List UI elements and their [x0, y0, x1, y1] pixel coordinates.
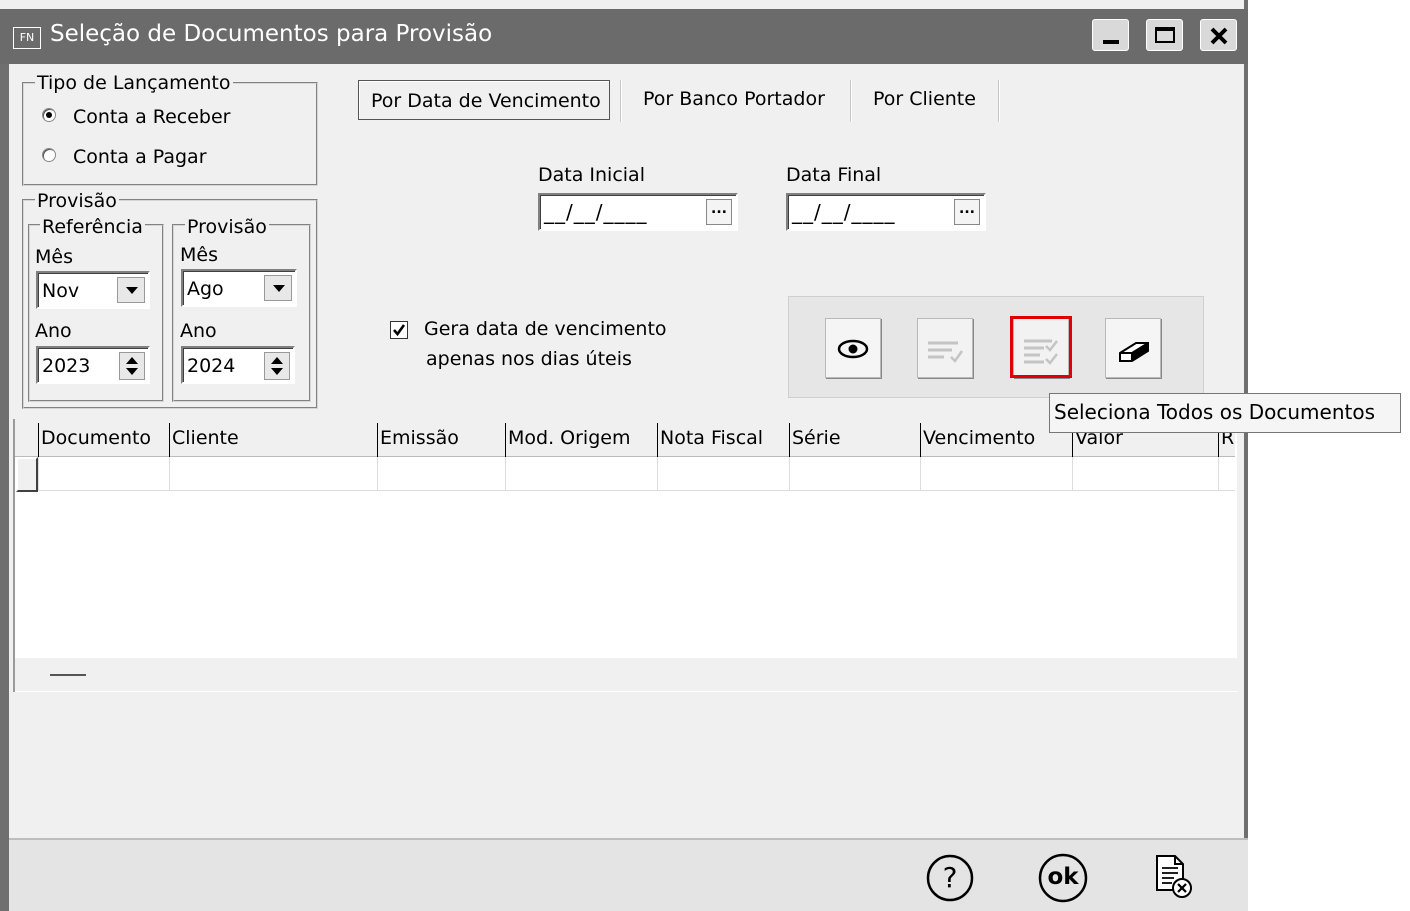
provisao-sub-legend: Provisão	[185, 216, 269, 238]
app-badge: FN	[13, 27, 41, 49]
provisao-mes-label: Mês	[180, 244, 218, 266]
referencia-ano-spinner[interactable]: 2023	[36, 346, 150, 384]
column-header-nota-fiscal[interactable]: Nota Fiscal	[657, 423, 789, 457]
radio-label-conta-receber[interactable]: Conta a Receber	[73, 106, 230, 128]
data-final-value: __/__/____	[792, 200, 896, 224]
column-header-documento[interactable]: Documento	[38, 423, 169, 457]
provisao-ano-spinner[interactable]: 2024	[181, 346, 295, 384]
horizontal-scrollbar[interactable]	[15, 658, 1237, 691]
grid-cell[interactable]	[38, 457, 169, 491]
column-header-emissao[interactable]: Emissão	[377, 423, 505, 457]
grid-cell[interactable]	[789, 457, 920, 491]
eraser-icon	[1119, 342, 1149, 362]
referencia-ano-value: 2023	[42, 355, 91, 377]
tipo-lancamento-legend: Tipo de Lançamento	[35, 72, 233, 94]
data-final-field[interactable]: __/__/____ ...	[786, 193, 986, 231]
ok-button[interactable]: ok	[1036, 852, 1090, 906]
tipo-lancamento-group	[22, 82, 318, 186]
provisao-mes-value: Ago	[187, 278, 224, 300]
row-indicator[interactable]	[16, 457, 38, 492]
grid-cell[interactable]	[920, 457, 1072, 491]
app-window: FN Seleção de Documentos para Provisão T…	[0, 0, 1248, 911]
eye-icon	[837, 339, 869, 359]
dias-uteis-label-line2[interactable]: apenas nos dias úteis	[426, 348, 632, 370]
referencia-mes-value: Nov	[42, 280, 80, 302]
tab-por-data-vencimento[interactable]: Por Data de Vencimento	[358, 80, 610, 120]
grid-cell[interactable]	[505, 457, 657, 491]
tab-por-banco-portador[interactable]: Por Banco Portador	[643, 88, 825, 110]
document-cancel-icon	[1156, 855, 1192, 898]
help-glyph: ?	[942, 861, 958, 894]
tab-separator	[850, 80, 852, 122]
minimize-button[interactable]	[1092, 19, 1129, 51]
grid-cell[interactable]	[1218, 457, 1235, 491]
close-button[interactable]	[1200, 19, 1237, 51]
dias-uteis-label-line1[interactable]: Gera data de vencimento	[424, 318, 667, 340]
maximize-button[interactable]	[1146, 19, 1183, 51]
limpar-button[interactable]	[1105, 318, 1161, 378]
data-inicial-field[interactable]: __/__/____ ...	[538, 193, 738, 231]
column-header-serie[interactable]: Série	[789, 423, 920, 457]
spinner-arrows-icon[interactable]	[119, 352, 145, 380]
radio-conta-pagar[interactable]	[42, 148, 56, 162]
help-button[interactable]: ?	[924, 852, 976, 904]
referencia-legend: Referência	[40, 216, 145, 238]
calendar-picker-button[interactable]: ...	[954, 199, 980, 225]
tab-por-cliente[interactable]: Por Cliente	[873, 88, 976, 110]
selecionar-button[interactable]	[917, 318, 973, 378]
radio-conta-receber[interactable]	[42, 108, 56, 122]
chevron-down-icon[interactable]	[264, 275, 292, 301]
provisao-legend: Provisão	[35, 190, 119, 212]
highlight-box	[1010, 316, 1072, 378]
provisao-mes-select[interactable]: Ago	[181, 269, 297, 307]
grid-cell[interactable]	[169, 457, 377, 491]
column-header-mod-origem[interactable]: Mod. Origem	[505, 423, 657, 457]
visualizar-button[interactable]	[825, 318, 881, 378]
tooltip: Seleciona Todos os Documentos	[1049, 393, 1401, 433]
scrollbar-thumb[interactable]	[50, 674, 86, 676]
column-header-cliente[interactable]: Cliente	[169, 423, 377, 457]
close-icon	[1210, 27, 1228, 45]
chevron-down-icon[interactable]	[117, 277, 145, 303]
select-icon	[928, 341, 964, 363]
window-left-border	[0, 64, 9, 911]
grid-cell[interactable]	[1072, 457, 1218, 491]
data-inicial-label: Data Inicial	[538, 164, 645, 186]
referencia-mes-label: Mês	[35, 246, 73, 268]
referencia-ano-label: Ano	[35, 320, 72, 342]
radio-label-conta-pagar[interactable]: Conta a Pagar	[73, 146, 207, 168]
tab-separator	[998, 80, 1000, 122]
data-inicial-value: __/__/____	[544, 200, 648, 224]
ok-label: ok	[1047, 864, 1079, 890]
spinner-arrows-icon[interactable]	[264, 352, 290, 380]
tab-separator	[620, 80, 622, 122]
checkmark-icon	[393, 324, 406, 337]
calendar-picker-button[interactable]: ...	[706, 199, 732, 225]
grid-cell[interactable]	[657, 457, 789, 491]
provisao-ano-label: Ano	[180, 320, 217, 342]
provisao-ano-value: 2024	[187, 355, 236, 377]
dias-uteis-checkbox[interactable]	[390, 321, 408, 339]
cancel-button[interactable]	[1150, 852, 1198, 904]
referencia-mes-select[interactable]: Nov	[36, 271, 150, 309]
window-title: Seleção de Documentos para Provisão	[50, 21, 493, 47]
data-final-label: Data Final	[786, 164, 882, 186]
maximize-icon	[1155, 27, 1175, 43]
minimize-icon	[1103, 40, 1119, 44]
title-bar[interactable]: FN Seleção de Documentos para Provisão	[0, 9, 1248, 64]
grid-cell[interactable]	[377, 457, 505, 491]
